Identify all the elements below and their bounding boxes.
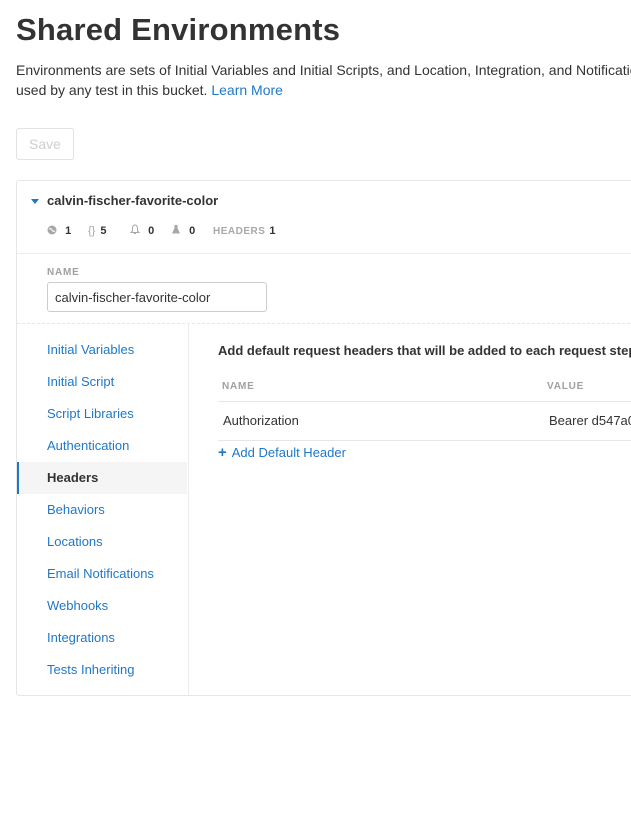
stat-notifications-count: 0 — [148, 225, 155, 237]
environment-header[interactable]: calvin-fischer-favorite-color 1 {} 5 0 0… — [17, 181, 631, 254]
intro-line-2-text: used by any test in this bucket. — [16, 82, 208, 98]
column-header-value: VALUE — [547, 381, 585, 392]
stat-locations: 1 — [47, 223, 71, 239]
sidebar-item-behaviors[interactable]: Behaviors — [17, 494, 187, 526]
flask-icon — [171, 225, 184, 237]
settings-sidebar: Initial Variables Initial Script Script … — [17, 323, 189, 695]
sidebar-item-headers[interactable]: Headers — [17, 462, 187, 494]
sidebar-item-locations[interactable]: Locations — [17, 526, 187, 558]
sidebar-item-integrations[interactable]: Integrations — [17, 622, 187, 654]
add-default-header-label: Add Default Header — [231, 445, 346, 460]
intro-line-1: Environments are sets of Initial Variabl… — [16, 62, 631, 78]
stat-scripts-count: 5 — [100, 225, 107, 237]
column-header-name: NAME — [222, 381, 255, 392]
sidebar-item-script-libraries[interactable]: Script Libraries — [17, 398, 187, 430]
globe-icon — [47, 225, 60, 237]
stat-headers-count: 1 — [269, 225, 276, 237]
caret-down-icon[interactable] — [31, 199, 39, 204]
braces-icon: {} — [88, 225, 96, 237]
stat-headers: HEADERS 1 — [213, 223, 276, 239]
stat-locations-count: 1 — [65, 225, 72, 237]
headers-description: Add default request headers that will be… — [218, 343, 631, 358]
sidebar-item-initial-script[interactable]: Initial Script — [17, 366, 187, 398]
stat-tests-count: 0 — [189, 225, 196, 237]
learn-more-link[interactable]: Learn More — [211, 82, 283, 98]
stat-scripts: {} 5 — [88, 223, 106, 239]
stat-notifications: 0 — [129, 223, 155, 239]
header-value-cell[interactable]: Bearer d547a0 — [549, 402, 631, 440]
name-field-label: NAME — [47, 267, 80, 278]
sidebar-item-email-notifications[interactable]: Email Notifications — [17, 558, 187, 590]
save-button[interactable]: Save — [16, 128, 74, 160]
sidebar-item-initial-variables[interactable]: Initial Variables — [17, 334, 187, 366]
page-title: Shared Environments — [16, 12, 341, 47]
headers-panel: Add default request headers that will be… — [189, 323, 631, 695]
intro-line-2: used by any test in this bucket. Learn M… — [16, 80, 631, 100]
header-name-cell[interactable]: Authorization — [223, 402, 299, 440]
environment-name-input[interactable] — [47, 282, 267, 312]
bell-icon — [129, 224, 143, 237]
environment-name[interactable]: calvin-fischer-favorite-color — [47, 193, 218, 208]
name-section: NAME — [17, 253, 631, 324]
sidebar-item-webhooks[interactable]: Webhooks — [17, 590, 187, 622]
stat-headers-label: HEADERS — [213, 226, 266, 237]
stat-tests: 0 — [171, 223, 195, 239]
add-default-header-button[interactable]: + Add Default Header — [218, 444, 346, 461]
table-row[interactable]: Authorization Bearer d547a0 — [218, 402, 631, 441]
sidebar-item-authentication[interactable]: Authentication — [17, 430, 187, 462]
page: Shared Environments Environments are set… — [0, 0, 631, 824]
plus-icon: + — [218, 444, 227, 461]
sidebar-item-tests-inheriting[interactable]: Tests Inheriting — [17, 654, 187, 686]
environment-card: calvin-fischer-favorite-color 1 {} 5 0 0… — [16, 180, 631, 696]
intro-text: Environments are sets of Initial Variabl… — [16, 60, 631, 100]
